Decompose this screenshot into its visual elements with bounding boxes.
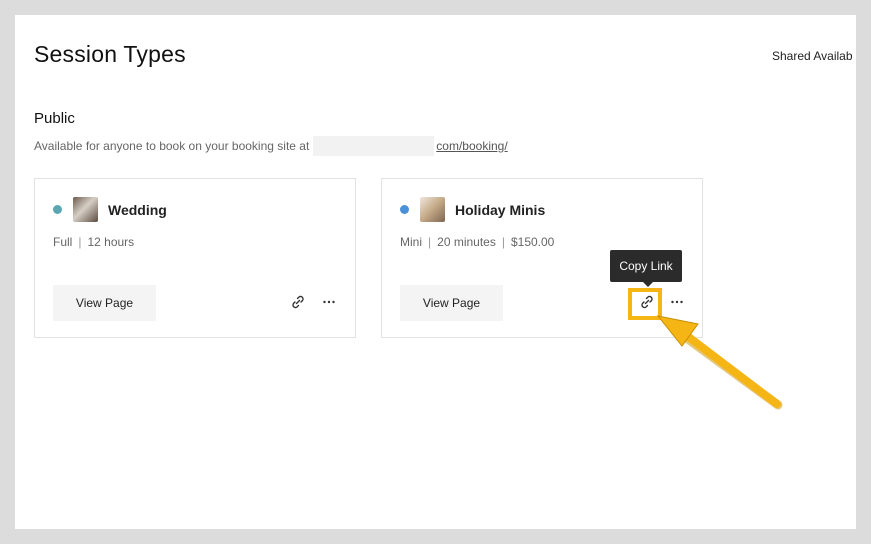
more-icon[interactable] <box>321 294 337 310</box>
card-header: Holiday Minis <box>400 197 545 222</box>
meta-duration: 20 minutes <box>437 235 496 249</box>
page-title: Session Types <box>34 41 186 67</box>
card-title: Holiday Minis <box>455 201 546 218</box>
copy-link-tooltip: Copy Link <box>610 250 682 287</box>
more-icon[interactable] <box>669 294 685 310</box>
status-dot <box>400 205 409 214</box>
section-description-text: Available for anyone to book on your boo… <box>34 139 310 153</box>
section-description: Available for anyone to book on your boo… <box>34 136 508 156</box>
link-icon[interactable] <box>290 294 306 310</box>
holiday-thumbnail <box>420 197 445 222</box>
card-header: Wedding <box>53 197 167 222</box>
redacted-domain <box>313 136 435 156</box>
card-title: Wedding <box>108 201 167 218</box>
highlight-box <box>628 288 662 320</box>
status-dot <box>53 205 62 214</box>
meta-type: Mini <box>400 235 423 249</box>
shared-availability-link[interactable]: Shared Availab <box>772 49 853 63</box>
card-meta: Full | 12 hours <box>53 235 134 249</box>
meta-separator: | <box>428 235 432 249</box>
meta-duration: 12 hours <box>87 235 135 249</box>
meta-separator: | <box>78 235 82 249</box>
meta-price: $150.00 <box>510 235 555 249</box>
session-card-wedding: Wedding Full | 12 hours View Page <box>34 178 356 338</box>
session-types-panel: Session Types Shared Availab Public Avai… <box>15 15 856 529</box>
wedding-thumbnail <box>73 197 98 222</box>
meta-type: Full <box>53 235 73 249</box>
section-title-public: Public <box>34 110 75 127</box>
booking-site-link[interactable]: com/booking/ <box>436 139 507 153</box>
view-page-button[interactable]: View Page <box>400 285 503 321</box>
meta-separator: | <box>501 235 505 249</box>
card-meta: Mini | 20 minutes | $150.00 <box>400 235 554 249</box>
view-page-button[interactable]: View Page <box>53 285 156 321</box>
